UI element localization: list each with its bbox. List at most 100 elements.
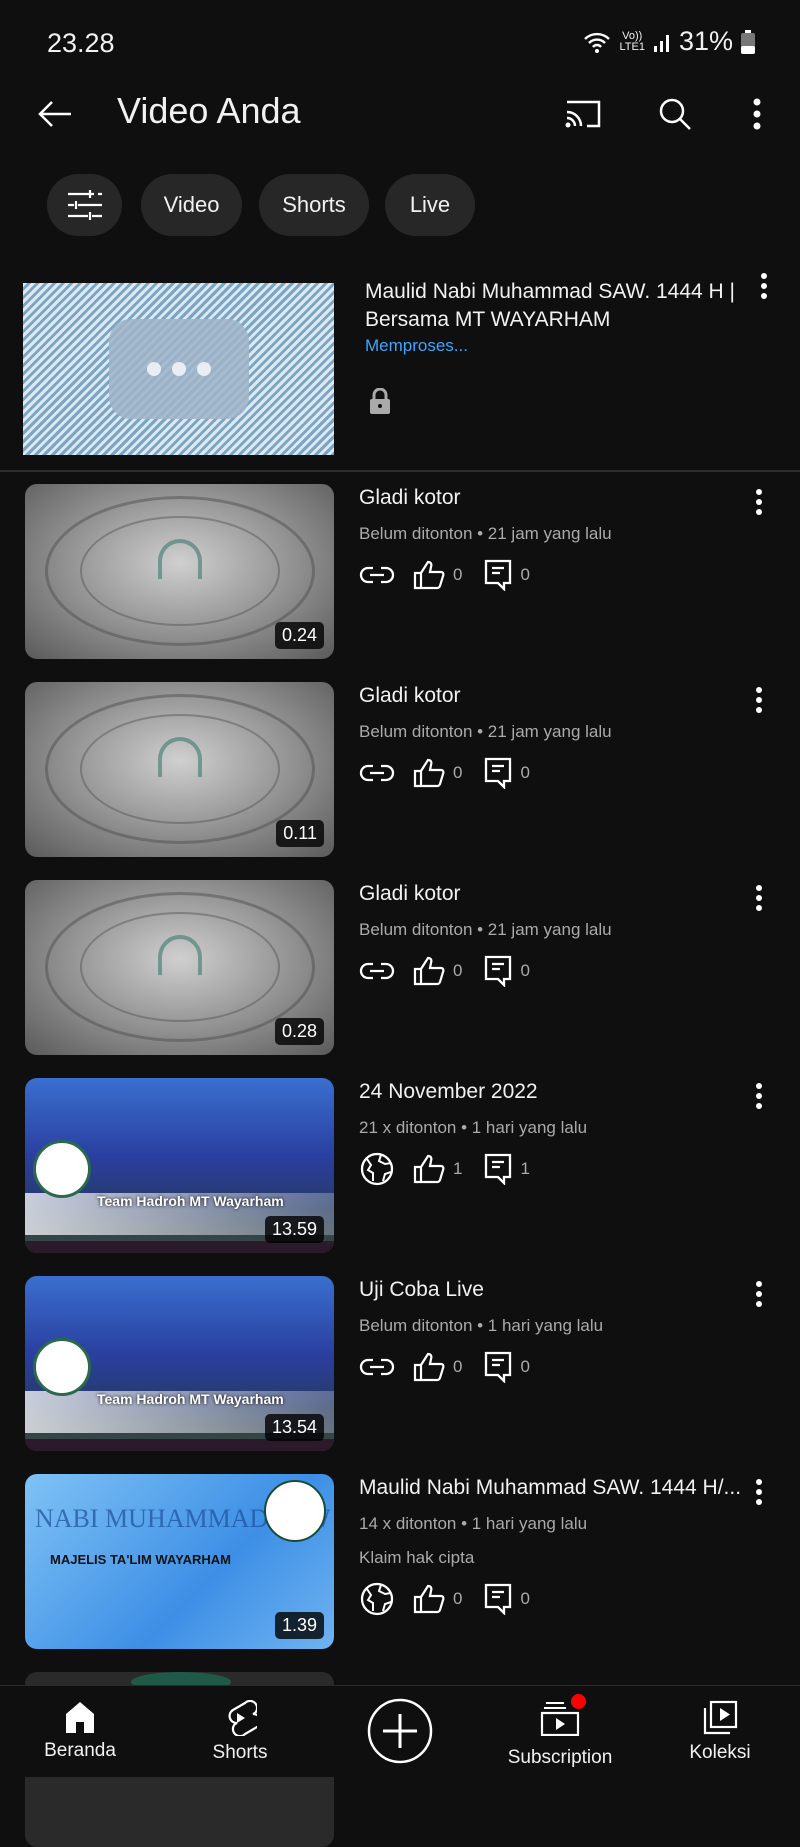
duration-badge: 1.39 — [274, 1612, 324, 1639]
more-vert-icon[interactable] — [755, 884, 763, 912]
divider — [0, 470, 800, 472]
more-options-button[interactable] — [745, 92, 769, 136]
video-stats: 0 0 — [359, 756, 552, 790]
battery-icon — [741, 29, 755, 54]
nav-subscription[interactable]: Subscription — [480, 1686, 640, 1778]
more-vert-icon[interactable] — [755, 1082, 763, 1110]
video-meta: Belum ditonton • 21 jam yang lalu — [359, 524, 612, 543]
video-title[interactable]: Maulid Nabi Muhammad SAW. 1444 H/... — [359, 1476, 741, 1500]
video-title[interactable]: Gladi kotor — [359, 882, 461, 906]
chip-shorts[interactable]: Shorts — [259, 174, 369, 236]
more-vert-icon[interactable] — [755, 686, 763, 714]
back-button[interactable] — [33, 92, 77, 136]
comment-count: 1 — [520, 1159, 530, 1178]
like-icon[interactable] — [413, 956, 445, 986]
processing-dots-icon — [109, 319, 249, 419]
like-count: 0 — [453, 763, 463, 782]
filter-icon — [67, 190, 102, 220]
link-icon — [359, 962, 395, 980]
video-title[interactable]: Gladi kotor — [359, 486, 461, 510]
filter-chip[interactable] — [47, 174, 122, 236]
like-icon[interactable] — [413, 1584, 445, 1614]
like-icon[interactable] — [413, 1154, 445, 1184]
home-icon — [66, 1702, 94, 1733]
processing-thumbnail[interactable] — [23, 283, 334, 455]
network-type: Vo)) LTE1 — [619, 29, 645, 53]
cast-icon — [565, 100, 601, 128]
video-thumbnail[interactable]: NABI MUHAMMAD SAW MAJELIS TA'LIM WAYARHAM… — [25, 1474, 334, 1649]
video-meta: 14 x ditonton • 1 hari yang lalu — [359, 1514, 588, 1533]
link-icon — [359, 566, 395, 584]
like-count: 0 — [453, 1357, 463, 1376]
lock-icon — [370, 388, 390, 414]
copyright-claim[interactable]: Klaim hak cipta — [359, 1548, 474, 1568]
video-title[interactable]: 24 November 2022 — [359, 1080, 538, 1104]
cast-button[interactable] — [560, 92, 606, 136]
create-icon — [367, 1698, 433, 1764]
notification-badge — [571, 1694, 586, 1709]
status-time: 23.28 — [47, 28, 115, 58]
video-stats: 0 0 — [359, 558, 552, 592]
comment-icon[interactable] — [484, 1153, 512, 1185]
like-icon[interactable] — [413, 758, 445, 788]
video-thumbnail[interactable]: Team Hadroh MT Wayarham 13.59 — [25, 1078, 334, 1253]
duration-badge: 0.11 — [276, 820, 324, 847]
more-vert-icon[interactable] — [760, 272, 768, 300]
more-vert-icon[interactable] — [755, 488, 763, 516]
globe-icon — [360, 1152, 394, 1186]
comment-count: 0 — [520, 1589, 530, 1608]
wifi-icon — [584, 32, 611, 53]
video-thumbnail[interactable]: 0.11 — [25, 682, 334, 857]
video-title[interactable]: Uji Coba Live — [359, 1278, 484, 1302]
globe-icon — [360, 1582, 394, 1616]
video-meta: 21 x ditonton • 1 hari yang lalu — [359, 1118, 588, 1137]
page-title: Video Anda — [117, 90, 301, 131]
back-arrow-icon — [38, 101, 71, 127]
video-stats: 1 1 — [359, 1152, 552, 1186]
visibility — [359, 762, 413, 784]
duration-badge: 13.59 — [264, 1216, 324, 1243]
more-vert-icon[interactable] — [755, 1478, 763, 1506]
video-stats: 0 0 — [359, 954, 552, 988]
like-icon[interactable] — [413, 1352, 445, 1382]
chip-video[interactable]: Video — [141, 174, 242, 236]
duration-badge: 13.54 — [264, 1414, 324, 1441]
link-icon — [359, 764, 395, 782]
more-vert-icon — [753, 98, 761, 130]
video-thumbnail[interactable]: 0.28 — [25, 880, 334, 1055]
link-icon — [359, 1358, 395, 1376]
comment-icon[interactable] — [484, 757, 512, 789]
processing-title[interactable]: Maulid Nabi Muhammad SAW. 1444 H | Bersam… — [365, 278, 735, 334]
video-thumbnail[interactable]: 0.24 — [25, 484, 334, 659]
comment-icon[interactable] — [484, 1583, 512, 1615]
comment-icon[interactable] — [484, 1351, 512, 1383]
shorts-icon — [228, 1700, 257, 1736]
signal-icon — [653, 34, 669, 52]
comment-count: 0 — [520, 961, 530, 980]
comment-icon[interactable] — [484, 955, 512, 987]
processing-status: Memproses... — [365, 336, 468, 355]
comment-count: 0 — [520, 763, 530, 782]
visibility — [359, 1581, 413, 1617]
search-button[interactable] — [652, 92, 698, 136]
like-icon[interactable] — [413, 560, 445, 590]
visibility — [359, 1151, 413, 1187]
search-icon — [659, 98, 691, 130]
bottom-navigation: Beranda Shorts Subscription Koleksi — [0, 1685, 800, 1777]
video-meta: Belum ditonton • 21 jam yang lalu — [359, 722, 612, 741]
create-button[interactable] — [320, 1686, 480, 1778]
nav-beranda[interactable]: Beranda — [0, 1686, 160, 1778]
nav-koleksi[interactable]: Koleksi — [640, 1686, 800, 1778]
battery-percent: 31% — [678, 26, 733, 56]
video-thumbnail[interactable]: Team Hadroh MT Wayarham 13.54 — [25, 1276, 334, 1451]
like-count: 1 — [453, 1159, 463, 1178]
library-icon — [703, 1700, 738, 1735]
video-meta: Belum ditonton • 1 hari yang lalu — [359, 1316, 604, 1335]
more-vert-icon[interactable] — [755, 1280, 763, 1308]
video-stats: 0 0 — [359, 1582, 552, 1616]
chip-live[interactable]: Live — [385, 174, 475, 236]
nav-shorts[interactable]: Shorts — [160, 1686, 320, 1778]
comment-icon[interactable] — [484, 559, 512, 591]
duration-badge: 0.24 — [274, 622, 324, 649]
video-title[interactable]: Gladi kotor — [359, 684, 461, 708]
